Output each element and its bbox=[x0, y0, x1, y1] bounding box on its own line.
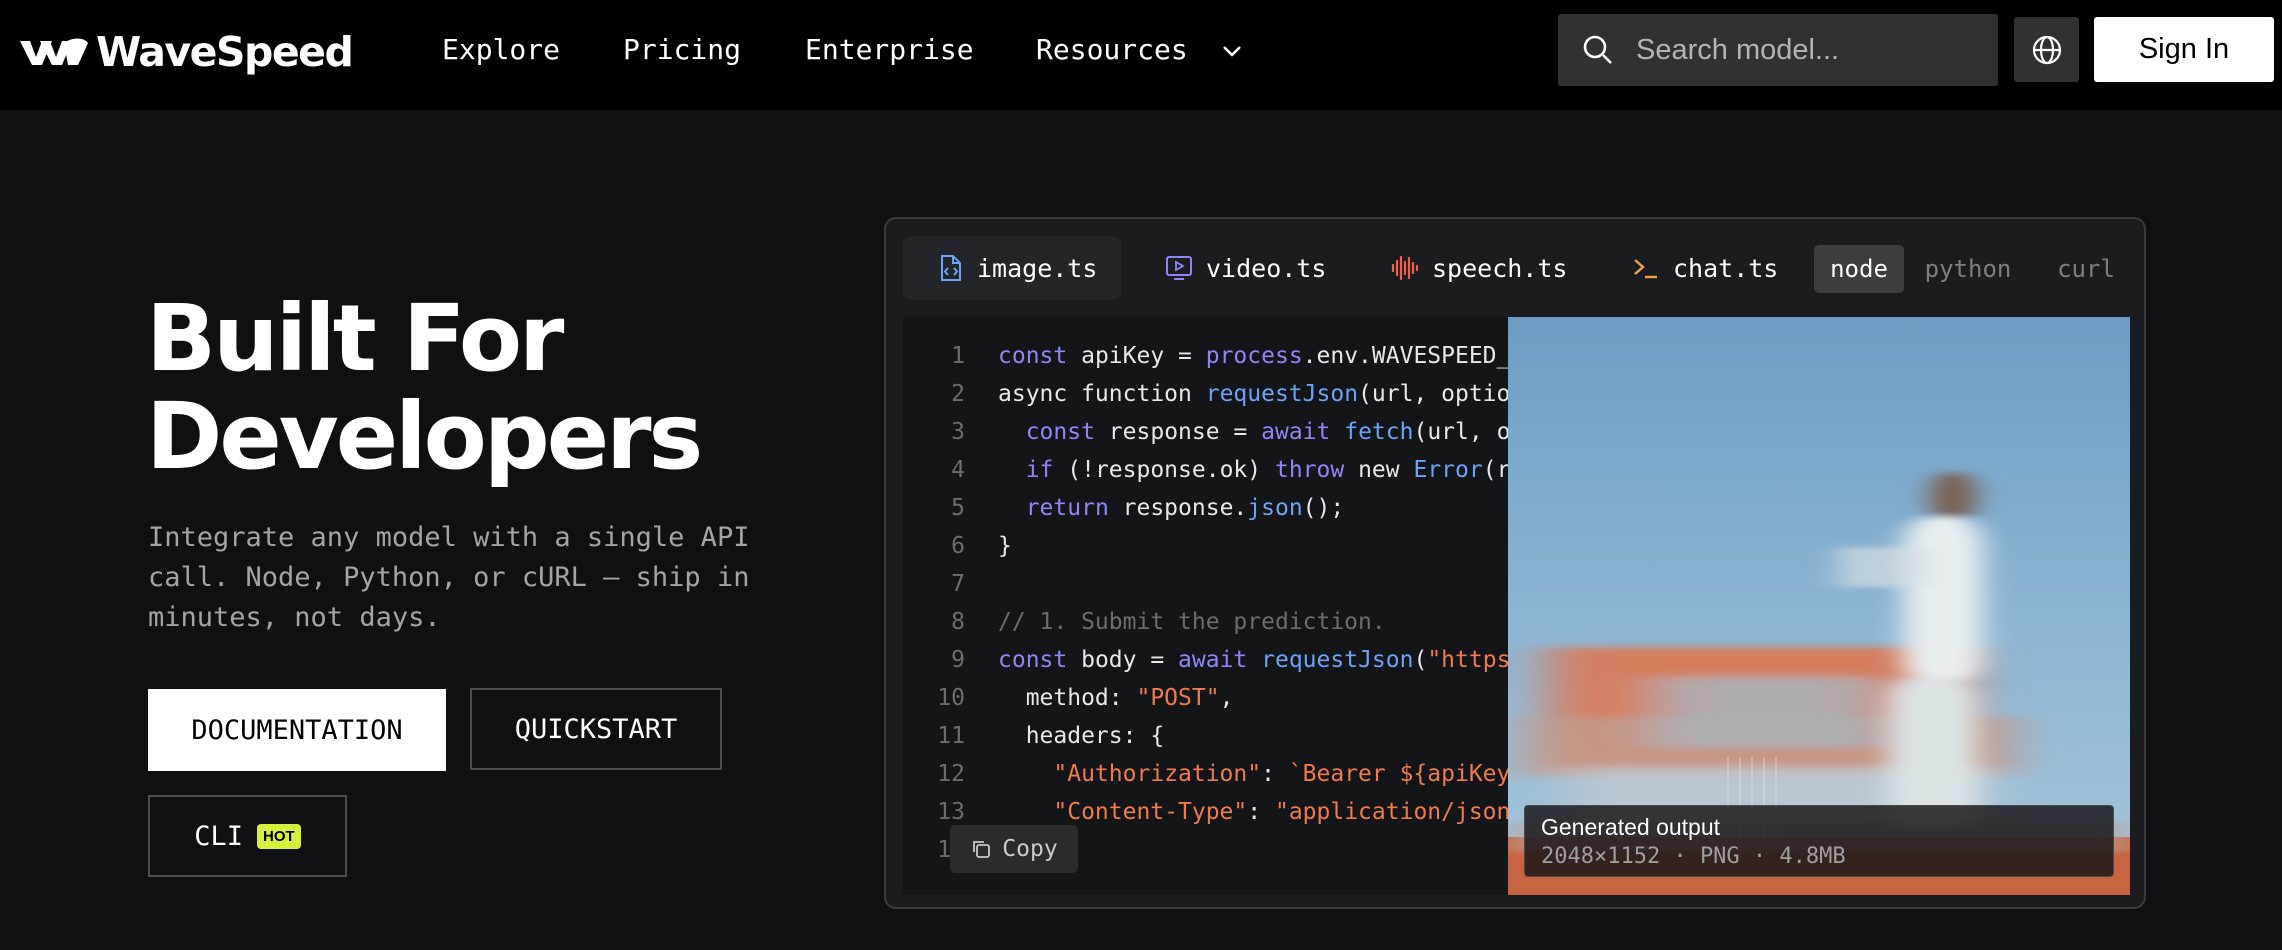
hot-badge: HOT bbox=[257, 823, 301, 849]
code-example-panel: image.ts video.ts speech.ts chat.ts node… bbox=[884, 217, 2146, 909]
copy-icon bbox=[973, 841, 991, 858]
code-text: } bbox=[998, 533, 1012, 559]
copy-label: Copy bbox=[1002, 836, 1058, 862]
line-number: 1 bbox=[951, 343, 965, 369]
search-icon bbox=[1583, 35, 1612, 64]
tab-label: speech.ts bbox=[1432, 253, 1568, 283]
nav-link-pricing[interactable]: Pricing bbox=[623, 30, 741, 70]
output-caption: Generated output 2048×1152 · PNG · 4.8MB bbox=[1524, 805, 2114, 877]
line-number: 5 bbox=[951, 495, 965, 521]
line-number: 11 bbox=[937, 723, 965, 749]
code-text: method: "POST", bbox=[998, 685, 1234, 711]
line-number: 10 bbox=[937, 685, 965, 711]
hero-title: Built For Developers bbox=[146, 285, 703, 490]
language-button[interactable] bbox=[2014, 17, 2079, 82]
code-text: "Authorization": `Bearer ${apiKey}`, bbox=[1053, 761, 1508, 787]
code-file-icon bbox=[941, 255, 961, 281]
top-navigation: WaveSpeed Explore Pricing Enterprise Res… bbox=[0, 0, 2282, 110]
nav-link-resources-label: Resources bbox=[1036, 33, 1188, 66]
tab-label: chat.ts bbox=[1673, 253, 1779, 283]
wavespeed-logo-icon bbox=[20, 38, 88, 65]
tab-chat-ts[interactable]: chat.ts bbox=[1631, 236, 1778, 300]
audio-waveform-icon bbox=[1391, 255, 1419, 281]
lang-curl[interactable]: curl bbox=[2046, 245, 2126, 293]
nav-link-explore[interactable]: Explore bbox=[442, 30, 560, 70]
cli-button[interactable]: CLI HOT bbox=[148, 795, 347, 877]
hero-title-line-2: Developers bbox=[146, 383, 703, 490]
code-text: const apiKey = process.env.WAVESPEED_API… bbox=[998, 343, 1508, 369]
hero-subtitle: Integrate any model with a single API ca… bbox=[148, 522, 750, 633]
line-number: 7 bbox=[951, 571, 965, 597]
generated-output-image: Generated output 2048×1152 · PNG · 4.8MB bbox=[1508, 317, 2130, 895]
search-box[interactable] bbox=[1558, 14, 1998, 86]
tab-video-ts[interactable]: video.ts bbox=[1164, 236, 1326, 300]
sign-in-button[interactable]: Sign In bbox=[2094, 17, 2274, 82]
code-text: return response.json(); bbox=[1025, 495, 1345, 521]
code-text: const body = await requestJson("https://… bbox=[998, 647, 1508, 673]
lang-node[interactable]: node bbox=[1814, 245, 1904, 293]
brand-logo[interactable]: WaveSpeed bbox=[18, 28, 354, 76]
line-number: 4 bbox=[951, 457, 965, 483]
line-number: 6 bbox=[951, 533, 965, 559]
lang-python[interactable]: python bbox=[1916, 245, 2020, 293]
code-text: const response = await fetch(url, option… bbox=[1025, 419, 1508, 445]
tab-speech-ts[interactable]: speech.ts bbox=[1390, 236, 1567, 300]
search-input[interactable] bbox=[1636, 33, 1976, 67]
code-text: headers: { bbox=[998, 723, 1165, 749]
nav-link-resources[interactable]: Resources bbox=[1036, 30, 1243, 70]
hero-title-line-1: Built For bbox=[146, 285, 564, 392]
documentation-button[interactable]: DOCUMENTATION bbox=[148, 689, 446, 771]
tab-label: video.ts bbox=[1206, 253, 1327, 283]
line-number: 12 bbox=[937, 761, 965, 787]
code-text: async function requestJson(url, options)… bbox=[998, 381, 1508, 407]
brand-name: WaveSpeed bbox=[96, 28, 354, 76]
line-number: 9 bbox=[951, 647, 965, 673]
tab-image-ts[interactable]: image.ts bbox=[903, 236, 1121, 300]
output-title: Generated output bbox=[1541, 814, 1721, 840]
line-number: 3 bbox=[951, 419, 965, 445]
code-editor: 1 const apiKey = process.env.WAVESPEED_AP… bbox=[903, 317, 1508, 895]
video-icon bbox=[1166, 256, 1192, 280]
line-number: 2 bbox=[951, 381, 965, 407]
output-meta: 2048×1152 · PNG · 4.8MB bbox=[1541, 844, 1846, 869]
line-number: 8 bbox=[951, 609, 965, 635]
copy-button[interactable]: Copy bbox=[950, 825, 1078, 873]
nav-link-enterprise[interactable]: Enterprise bbox=[805, 30, 974, 70]
cli-label: CLI bbox=[194, 820, 244, 852]
terminal-icon bbox=[1634, 259, 1657, 279]
code-text: if (!response.ok) throw new Error(respon… bbox=[1025, 457, 1508, 483]
chevron-down-icon bbox=[1222, 46, 1241, 57]
tab-label: image.ts bbox=[977, 253, 1098, 283]
code-text: // 1. Submit the prediction. bbox=[998, 609, 1386, 635]
globe-icon bbox=[2032, 35, 2061, 64]
quickstart-button[interactable]: QUICKSTART bbox=[470, 688, 722, 770]
